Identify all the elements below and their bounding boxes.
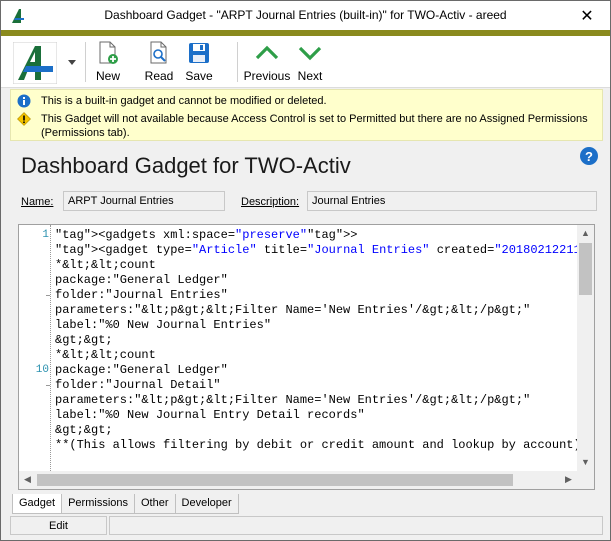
- code-line: **(This allows filtering by debit or cre…: [55, 438, 579, 452]
- status-message: [109, 516, 603, 535]
- tab-permissions[interactable]: Permissions: [61, 494, 135, 514]
- previous-label: Previous: [243, 69, 291, 83]
- code-line: "tag"><gadgets xml:space="preserve""tag"…: [55, 228, 358, 242]
- code-line: package:"General Ledger": [55, 273, 228, 287]
- code-line: *&lt;&lt;count: [55, 348, 156, 362]
- description-label: Description:: [241, 196, 300, 208]
- horizontal-scroll-thumb[interactable]: [37, 474, 513, 486]
- vertical-scrollbar[interactable]: ▲ ▼: [577, 225, 594, 471]
- line-number: 1: [42, 229, 49, 241]
- warning-text: This Gadget will not available because A…: [41, 113, 588, 139]
- chevron-down-icon: [298, 46, 322, 61]
- help-icon[interactable]: ?: [580, 147, 598, 165]
- chevron-up-icon: [255, 45, 279, 60]
- code-line: parameters:"&lt;p&gt;&lt;Filter Name='Ne…: [55, 393, 531, 407]
- code-line: label:"%0 New Journal Entries": [55, 318, 272, 332]
- new-label: New: [95, 69, 120, 83]
- code-line: folder:"Journal Entries": [55, 288, 228, 302]
- next-label: Next: [297, 69, 323, 83]
- status-bar: Edit: [10, 516, 603, 536]
- line-number: 10: [35, 364, 49, 376]
- gutter-divider: [50, 225, 51, 471]
- code-line: folder:"Journal Detail": [55, 378, 221, 392]
- description-field[interactable]: Journal Entries: [307, 191, 597, 211]
- warning-icon: [17, 112, 31, 126]
- tab-bar: Gadget Permissions Other Developer: [12, 494, 239, 514]
- close-icon: ✕: [580, 7, 594, 25]
- chevron-down-icon[interactable]: [67, 57, 77, 67]
- new-button[interactable]: New: [93, 40, 123, 84]
- scroll-down-icon[interactable]: ▼: [581, 457, 590, 467]
- tab-gadget[interactable]: Gadget: [12, 494, 63, 514]
- read-label: Read: [144, 69, 174, 83]
- new-document-icon: [99, 41, 118, 64]
- info-icon: [17, 94, 31, 108]
- info-text: This is a built-in gadget and cannot be …: [41, 95, 327, 107]
- toolbar-separator: [85, 42, 86, 82]
- read-document-icon: [150, 41, 167, 64]
- next-button[interactable]: Next: [295, 40, 325, 84]
- save-disk-icon: [189, 43, 209, 63]
- read-button[interactable]: Read: [143, 40, 175, 84]
- code-line: *&lt;&lt;count: [55, 258, 156, 272]
- scroll-left-icon[interactable]: ◀: [24, 474, 31, 485]
- window-title: Dashboard Gadget - "ARPT Journal Entries…: [104, 8, 507, 22]
- horizontal-scrollbar[interactable]: ◀ ▶: [19, 471, 594, 489]
- toolbar-separator: [237, 42, 238, 82]
- code-line: package:"General Ledger": [55, 363, 228, 377]
- code-line: label:"%0 New Journal Entry Detail recor…: [55, 408, 365, 422]
- info-banner: This is a built-in gadget and cannot be …: [10, 89, 603, 141]
- code-line: &gt;&gt;: [55, 423, 113, 437]
- code-editor[interactable]: 1 10 "tag"><gadgets xml:space="preserve"…: [18, 224, 595, 490]
- warning-message: This Gadget will not available because A…: [17, 112, 595, 140]
- vertical-scroll-thumb[interactable]: [579, 243, 592, 295]
- title-bar: Dashboard Gadget - "ARPT Journal Entries…: [1, 1, 610, 30]
- scroll-up-icon[interactable]: ▲: [581, 228, 590, 238]
- previous-button[interactable]: Previous: [243, 40, 291, 84]
- tab-other[interactable]: Other: [134, 494, 176, 514]
- code-text[interactable]: "tag"><gadgets xml:space="preserve""tag"…: [55, 228, 579, 453]
- code-line: parameters:"&lt;p&gt;&lt;Filter Name='Ne…: [55, 303, 531, 317]
- app-menu-button[interactable]: [12, 41, 58, 85]
- page-title: Dashboard Gadget for TWO-Activ: [21, 153, 351, 178]
- name-field[interactable]: ARPT Journal Entries: [63, 191, 225, 211]
- app-logo-icon: [12, 41, 58, 85]
- save-button[interactable]: Save: [184, 40, 214, 84]
- name-label: Name:: [21, 196, 54, 208]
- code-line: &gt;&gt;: [55, 333, 113, 347]
- tab-developer[interactable]: Developer: [174, 494, 239, 514]
- close-button[interactable]: ✕: [564, 1, 610, 30]
- status-mode: Edit: [10, 516, 107, 535]
- toolbar: New Read Save Previous Next: [1, 36, 610, 98]
- save-label: Save: [185, 69, 213, 83]
- code-line: "tag"><gadget type="Article" title="Jour…: [55, 243, 579, 257]
- scroll-right-icon[interactable]: ▶: [565, 474, 572, 485]
- info-message: This is a built-in gadget and cannot be …: [17, 94, 595, 108]
- gadget-window: Dashboard Gadget - "ARPT Journal Entries…: [0, 0, 611, 541]
- line-number-gutter: 1 10: [19, 225, 51, 489]
